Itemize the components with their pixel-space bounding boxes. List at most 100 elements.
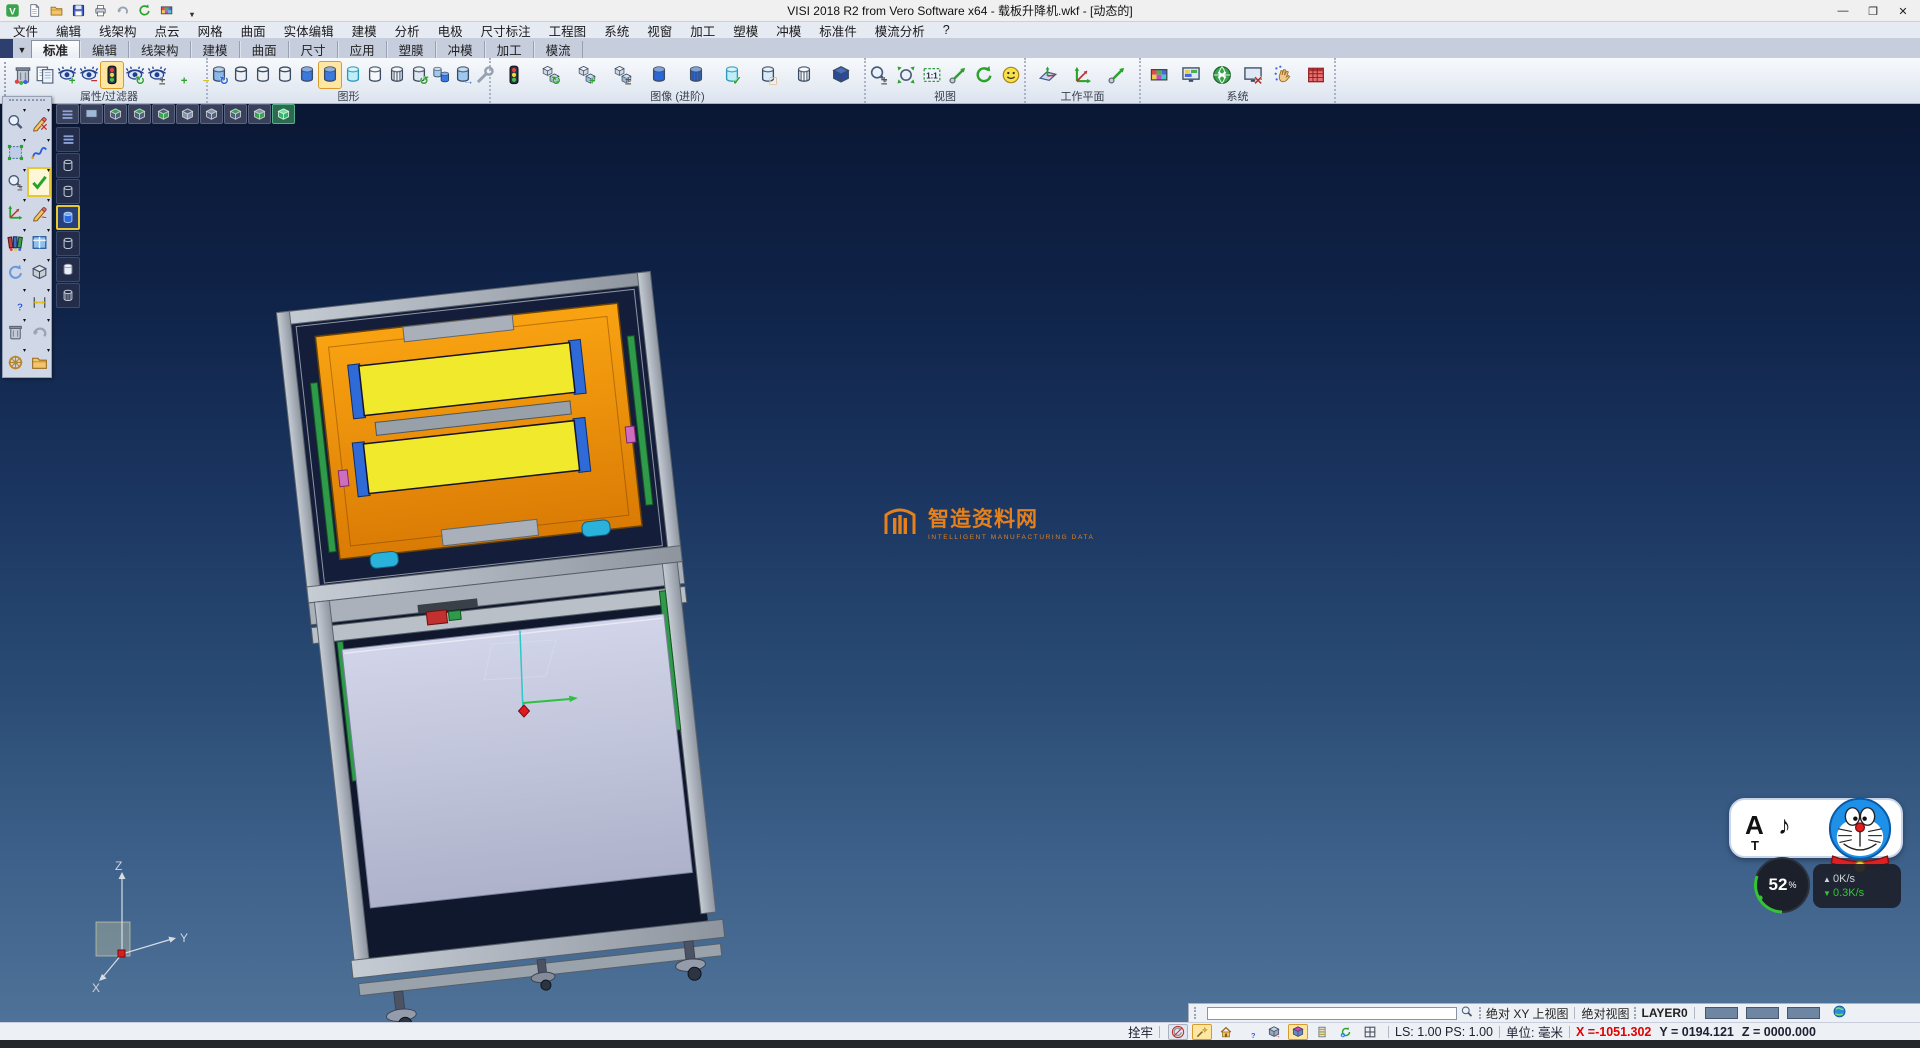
- graphic-refresh-icon[interactable]: ↻: [208, 64, 230, 86]
- system-pick-icon[interactable]: [1271, 61, 1297, 89]
- search-icon[interactable]: [1460, 1005, 1474, 1022]
- menu-曲面[interactable]: 曲面: [232, 22, 275, 38]
- view-shaded-icon[interactable]: [272, 104, 295, 124]
- dynamic-cube-icon[interactable]: [1288, 1024, 1308, 1040]
- print-icon[interactable]: [91, 2, 109, 20]
- view-arrow-icon[interactable]: [947, 64, 969, 86]
- solid-cube-icon[interactable]: [30, 263, 49, 282]
- graphic-wire2-icon[interactable]: [252, 64, 274, 86]
- shaded-icon[interactable]: [56, 205, 80, 230]
- search-input[interactable]: [1207, 1007, 1457, 1020]
- shaded-icon[interactable]: [60, 210, 76, 226]
- graphic-shaded-icon[interactable]: [319, 64, 341, 86]
- filter-manager-icon[interactable]: [100, 61, 124, 89]
- tab-dropdown-button[interactable]: ▼: [13, 41, 31, 58]
- view-right-icon[interactable]: [252, 107, 267, 122]
- graphic-refresh-icon[interactable]: ↻: [208, 61, 230, 89]
- help-icon[interactable]: ?: [6, 293, 25, 312]
- flat-shade-icon[interactable]: [60, 236, 76, 252]
- filter-remove-icon[interactable]: −: [78, 64, 100, 86]
- dynamic-cube-icon[interactable]: [1291, 1025, 1305, 1039]
- render-striped-icon[interactable]: [791, 61, 817, 89]
- search-icon[interactable]: [1460, 1005, 1474, 1019]
- view-observer-icon[interactable]: [1000, 64, 1022, 86]
- graphic-shaded-icon[interactable]: [318, 61, 342, 89]
- chevron-down-icon[interactable]: ▾: [179, 2, 197, 20]
- view-left-icon[interactable]: [228, 107, 243, 122]
- filter-plusminus-icon[interactable]: ±: [146, 61, 168, 89]
- undo-icon[interactable]: [113, 2, 131, 20]
- render-light-icon[interactable]: [503, 64, 525, 86]
- navigator-wheel-icon[interactable]: ▾: [3, 347, 27, 377]
- tab-应用[interactable]: 应用: [338, 41, 387, 58]
- graphic-recycle-icon[interactable]: ↺: [408, 64, 430, 86]
- cube-arrow-icon[interactable]: →: [1264, 1024, 1284, 1040]
- menu-点云[interactable]: 点云: [146, 22, 189, 38]
- zoom-one-to-one-icon[interactable]: 1:1: [921, 64, 943, 86]
- view-front-icon[interactable]: [180, 107, 195, 122]
- attributes-copy-icon[interactable]: [34, 64, 56, 86]
- system-palette-icon[interactable]: [1146, 61, 1172, 89]
- percent-label[interactable]: 52%: [1753, 856, 1811, 914]
- color-swatch-1[interactable]: [1705, 1007, 1738, 1019]
- viewport-3d[interactable]: Z Y X 智造资料网 INTELLIGENT MANUFACTURING DA…: [0, 104, 1920, 1022]
- maximize-button[interactable]: ❐: [1858, 0, 1888, 22]
- render-cube-icon[interactable]: [828, 61, 854, 89]
- grid-window-icon[interactable]: [1363, 1025, 1377, 1039]
- confirm-icon[interactable]: ▾: [27, 167, 51, 197]
- menu-加工[interactable]: 加工: [681, 22, 724, 38]
- graphic-solid-icon[interactable]: [296, 61, 318, 89]
- lock-label[interactable]: 拴牢: [1128, 1022, 1153, 1041]
- system-screen-tools-icon[interactable]: ✕: [1240, 61, 1266, 89]
- view-shaded-icon[interactable]: [276, 107, 291, 122]
- undo-icon[interactable]: [30, 323, 49, 342]
- graphic-wire3-icon[interactable]: [274, 61, 296, 89]
- plane-frame-icon[interactable]: [6, 143, 25, 162]
- system-screen-icon[interactable]: [1178, 61, 1204, 89]
- tab-塑膜[interactable]: 塑膜: [387, 41, 436, 58]
- erase-pencil-icon[interactable]: ✕▾: [27, 107, 51, 137]
- view-observer-icon[interactable]: [998, 61, 1024, 89]
- new-document-icon[interactable]: [25, 2, 43, 20]
- graphic-move-icon[interactable]: →: [452, 61, 474, 89]
- render-light-icon[interactable]: [501, 61, 527, 89]
- auto-rotate-icon[interactable]: +: [1339, 1025, 1353, 1039]
- view-iso-icon[interactable]: [104, 104, 127, 124]
- selection-filter-icon[interactable]: ▾: [3, 107, 27, 137]
- delete-trash-icon[interactable]: [6, 323, 25, 342]
- tab-冲模[interactable]: 冲模: [436, 41, 485, 58]
- filter-plusminus-icon[interactable]: ±: [146, 64, 168, 86]
- curve-edit-icon[interactable]: ▾: [27, 137, 51, 167]
- menu-电极[interactable]: 电极: [429, 22, 472, 38]
- system-globe-tools-icon[interactable]: [1211, 64, 1233, 86]
- open-folder-icon[interactable]: [47, 2, 65, 20]
- workplane-move-icon[interactable]: [1072, 64, 1094, 86]
- zoom-extents-icon[interactable]: ±: [6, 173, 25, 192]
- menu-实体编辑[interactable]: 实体编辑: [275, 22, 343, 38]
- view-refresh-icon[interactable]: [973, 64, 995, 86]
- system-screen-icon[interactable]: [1180, 64, 1202, 86]
- render-solid-icon[interactable]: [646, 61, 672, 89]
- system-pick-icon[interactable]: [1273, 64, 1295, 86]
- tab-加工[interactable]: 加工: [485, 41, 534, 58]
- graphic-solid-icon[interactable]: [296, 64, 318, 86]
- system-globe-tools-icon[interactable]: [1209, 61, 1235, 89]
- view-left-icon[interactable]: [224, 104, 247, 124]
- graphic-recycle-icon[interactable]: ↺: [408, 61, 430, 89]
- sketch-curve-icon[interactable]: ~▾: [27, 197, 51, 227]
- render-edit-icon[interactable]: ±: [612, 64, 634, 86]
- xray-icon[interactable]: [56, 283, 80, 308]
- left-toolbar-grip[interactable]: [9, 99, 45, 105]
- grid-window-icon[interactable]: [1360, 1024, 1380, 1040]
- menu-塑模[interactable]: 塑模: [724, 22, 767, 38]
- open-project-icon[interactable]: [30, 353, 49, 372]
- view-back-icon[interactable]: [200, 104, 223, 124]
- wireframe-icon[interactable]: [60, 158, 76, 174]
- view-arrow-icon[interactable]: [945, 61, 971, 89]
- zoom-fit-icon[interactable]: [895, 64, 917, 86]
- layout-window-icon[interactable]: [30, 233, 49, 252]
- no-regen-icon[interactable]: [1171, 1025, 1185, 1039]
- graphic-move-icon[interactable]: →: [452, 64, 474, 86]
- tab-曲面[interactable]: 曲面: [240, 41, 289, 58]
- attributes-copy-icon[interactable]: [34, 61, 56, 89]
